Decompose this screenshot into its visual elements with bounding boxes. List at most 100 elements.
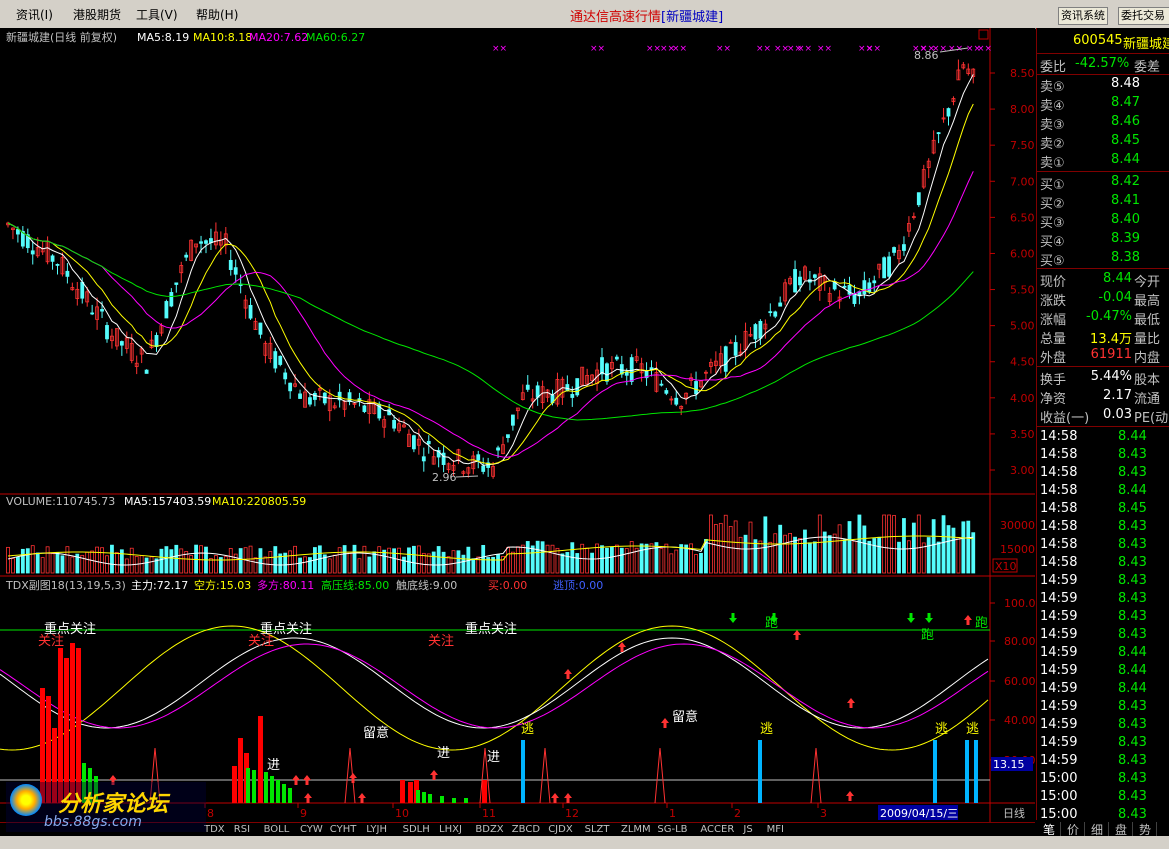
- indicator-tab[interactable]: LHXJ: [439, 823, 462, 837]
- candle: [496, 447, 500, 451]
- candle: [812, 274, 817, 278]
- volume-bar: [961, 521, 966, 574]
- tick-time: 14:59: [1040, 645, 1078, 660]
- tick-row: 14:59 8.43: [1037, 735, 1169, 753]
- status-bar: [0, 836, 1169, 849]
- tick-row: 14:59 8.43: [1037, 627, 1169, 645]
- sell-volume-bar: [422, 792, 426, 803]
- sell-volume-bar: [264, 772, 268, 803]
- candle: [347, 392, 352, 402]
- indicator-tab[interactable]: CYHT: [330, 823, 357, 837]
- stat-row: 涨跌 -0.04 最高: [1037, 290, 1169, 309]
- candle: [694, 381, 698, 395]
- signal-x-mark: ××: [672, 44, 687, 54]
- trade-button[interactable]: 委托交易: [1118, 7, 1169, 25]
- tick-time: 14:58: [1040, 537, 1078, 552]
- tick-price: 8.43: [1118, 465, 1147, 480]
- bid-row-value: 8.42: [1111, 174, 1140, 189]
- period-label[interactable]: 日线: [1003, 806, 1025, 820]
- volume-bar: [456, 550, 461, 574]
- candle: [946, 108, 951, 117]
- quote-panel: 600545 新疆城建 委比 -42.57% 委差 卖⑤ 8.48 卖④ 8.47 卖③…: [1036, 28, 1169, 840]
- month-label: 10: [395, 807, 409, 820]
- month-label: 3: [820, 807, 827, 820]
- price-tick-label: 7.00: [1010, 175, 1035, 188]
- indicator-tab[interactable]: SLZT: [585, 823, 610, 837]
- indicator-tab[interactable]: SDLH: [403, 823, 430, 837]
- indicator-tab[interactable]: BOLL: [264, 823, 290, 837]
- volume-tick-label: X10: [995, 560, 1017, 573]
- indicator-tab[interactable]: BDZX: [475, 823, 503, 837]
- candle: [169, 292, 174, 307]
- volume-bar: [411, 545, 416, 574]
- volume-bar: [931, 519, 936, 574]
- volume-bar: [496, 554, 500, 574]
- indicator-tab[interactable]: ZLMM: [621, 823, 651, 837]
- stat-row-extra: 量比: [1134, 332, 1161, 347]
- volume-bar: [481, 544, 486, 574]
- indicator-tab[interactable]: RSI: [234, 823, 250, 837]
- candle: [421, 456, 426, 462]
- stat-row-value: 8.44: [1103, 271, 1132, 286]
- candle: [659, 383, 664, 386]
- candle: [411, 435, 416, 450]
- duofang-label: 多方:80.11: [257, 578, 314, 592]
- volume-bar: [540, 541, 545, 574]
- volume-bar: [55, 552, 60, 574]
- menu-help[interactable]: 帮助(H): [196, 6, 238, 23]
- indicator-tab[interactable]: MFI: [767, 823, 784, 837]
- candle: [233, 267, 238, 275]
- tick-time: 14:59: [1040, 717, 1078, 732]
- info-system-button[interactable]: 资讯系统: [1058, 7, 1108, 25]
- signal-x-mark: ××: [590, 44, 605, 54]
- weicha-label: 委差: [1134, 60, 1161, 75]
- tick-price: 8.44: [1118, 681, 1147, 696]
- ask-row-label: 卖⑤: [1040, 80, 1065, 95]
- candle: [892, 247, 896, 253]
- candle: [723, 346, 728, 372]
- escape-bar: [965, 740, 969, 803]
- indicator-tab[interactable]: TDX: [204, 823, 225, 837]
- indicator-tab[interactable]: SG-LB: [657, 823, 687, 837]
- escape-bar: [974, 740, 978, 803]
- tick-row: 14:58 8.43: [1037, 555, 1169, 573]
- menu-tools[interactable]: 工具(V): [136, 6, 178, 23]
- enter-label-2: 进: [437, 746, 450, 761]
- candle: [105, 325, 109, 340]
- kline-chart[interactable]: ×× ×× ×××××× ×× ×× ×××××× ×× ×××× ×××××× ×× ×××× 8…: [0, 28, 1036, 822]
- tick-price: 8.43: [1118, 627, 1147, 642]
- tick-row: 14:59 8.43: [1037, 753, 1169, 771]
- gaoya-label: 高压线:85.00: [321, 578, 389, 592]
- price-tick-label: 5.50: [1010, 284, 1035, 297]
- tick-time: 14:58: [1040, 483, 1078, 498]
- volume-bar: [530, 545, 535, 574]
- volume-bar: [392, 548, 397, 574]
- tick-row: 14:59 8.44: [1037, 645, 1169, 663]
- menu-hk-futures[interactable]: 港股期货: [73, 6, 121, 23]
- tick-time: 14:59: [1040, 699, 1078, 714]
- indicator-tab[interactable]: LYJH: [366, 823, 387, 837]
- indicator-tab[interactable]: CJDX: [548, 823, 572, 837]
- stat-row-label: 涨跌: [1040, 294, 1067, 309]
- finance-row-value: 2.17: [1103, 388, 1132, 403]
- tick-price: 8.45: [1118, 501, 1147, 516]
- ask-row-value: 8.46: [1111, 114, 1140, 129]
- indicator-tab[interactable]: ACCER: [700, 823, 734, 837]
- tick-price: 8.43: [1118, 753, 1147, 768]
- indicator-tab[interactable]: CYW: [300, 823, 323, 837]
- indicator-tab[interactable]: ZBCD: [512, 823, 540, 837]
- volume-bar: [600, 545, 604, 574]
- tick-price: 8.43: [1118, 771, 1147, 786]
- tick-row: 14:59 8.43: [1037, 591, 1169, 609]
- buy-label: 买:0.00: [488, 579, 527, 592]
- buy-volume-bar: [70, 643, 75, 803]
- buy-volume-bar: [58, 648, 63, 803]
- menu-info[interactable]: 资讯(I): [16, 6, 53, 23]
- volume-bar: [926, 537, 931, 574]
- indicator-tab[interactable]: JS: [743, 823, 752, 837]
- candle: [50, 255, 55, 262]
- price-tick-label: 8.50: [1010, 67, 1035, 80]
- tick-price: 8.43: [1118, 591, 1147, 606]
- candle: [753, 324, 758, 340]
- candle: [570, 394, 575, 398]
